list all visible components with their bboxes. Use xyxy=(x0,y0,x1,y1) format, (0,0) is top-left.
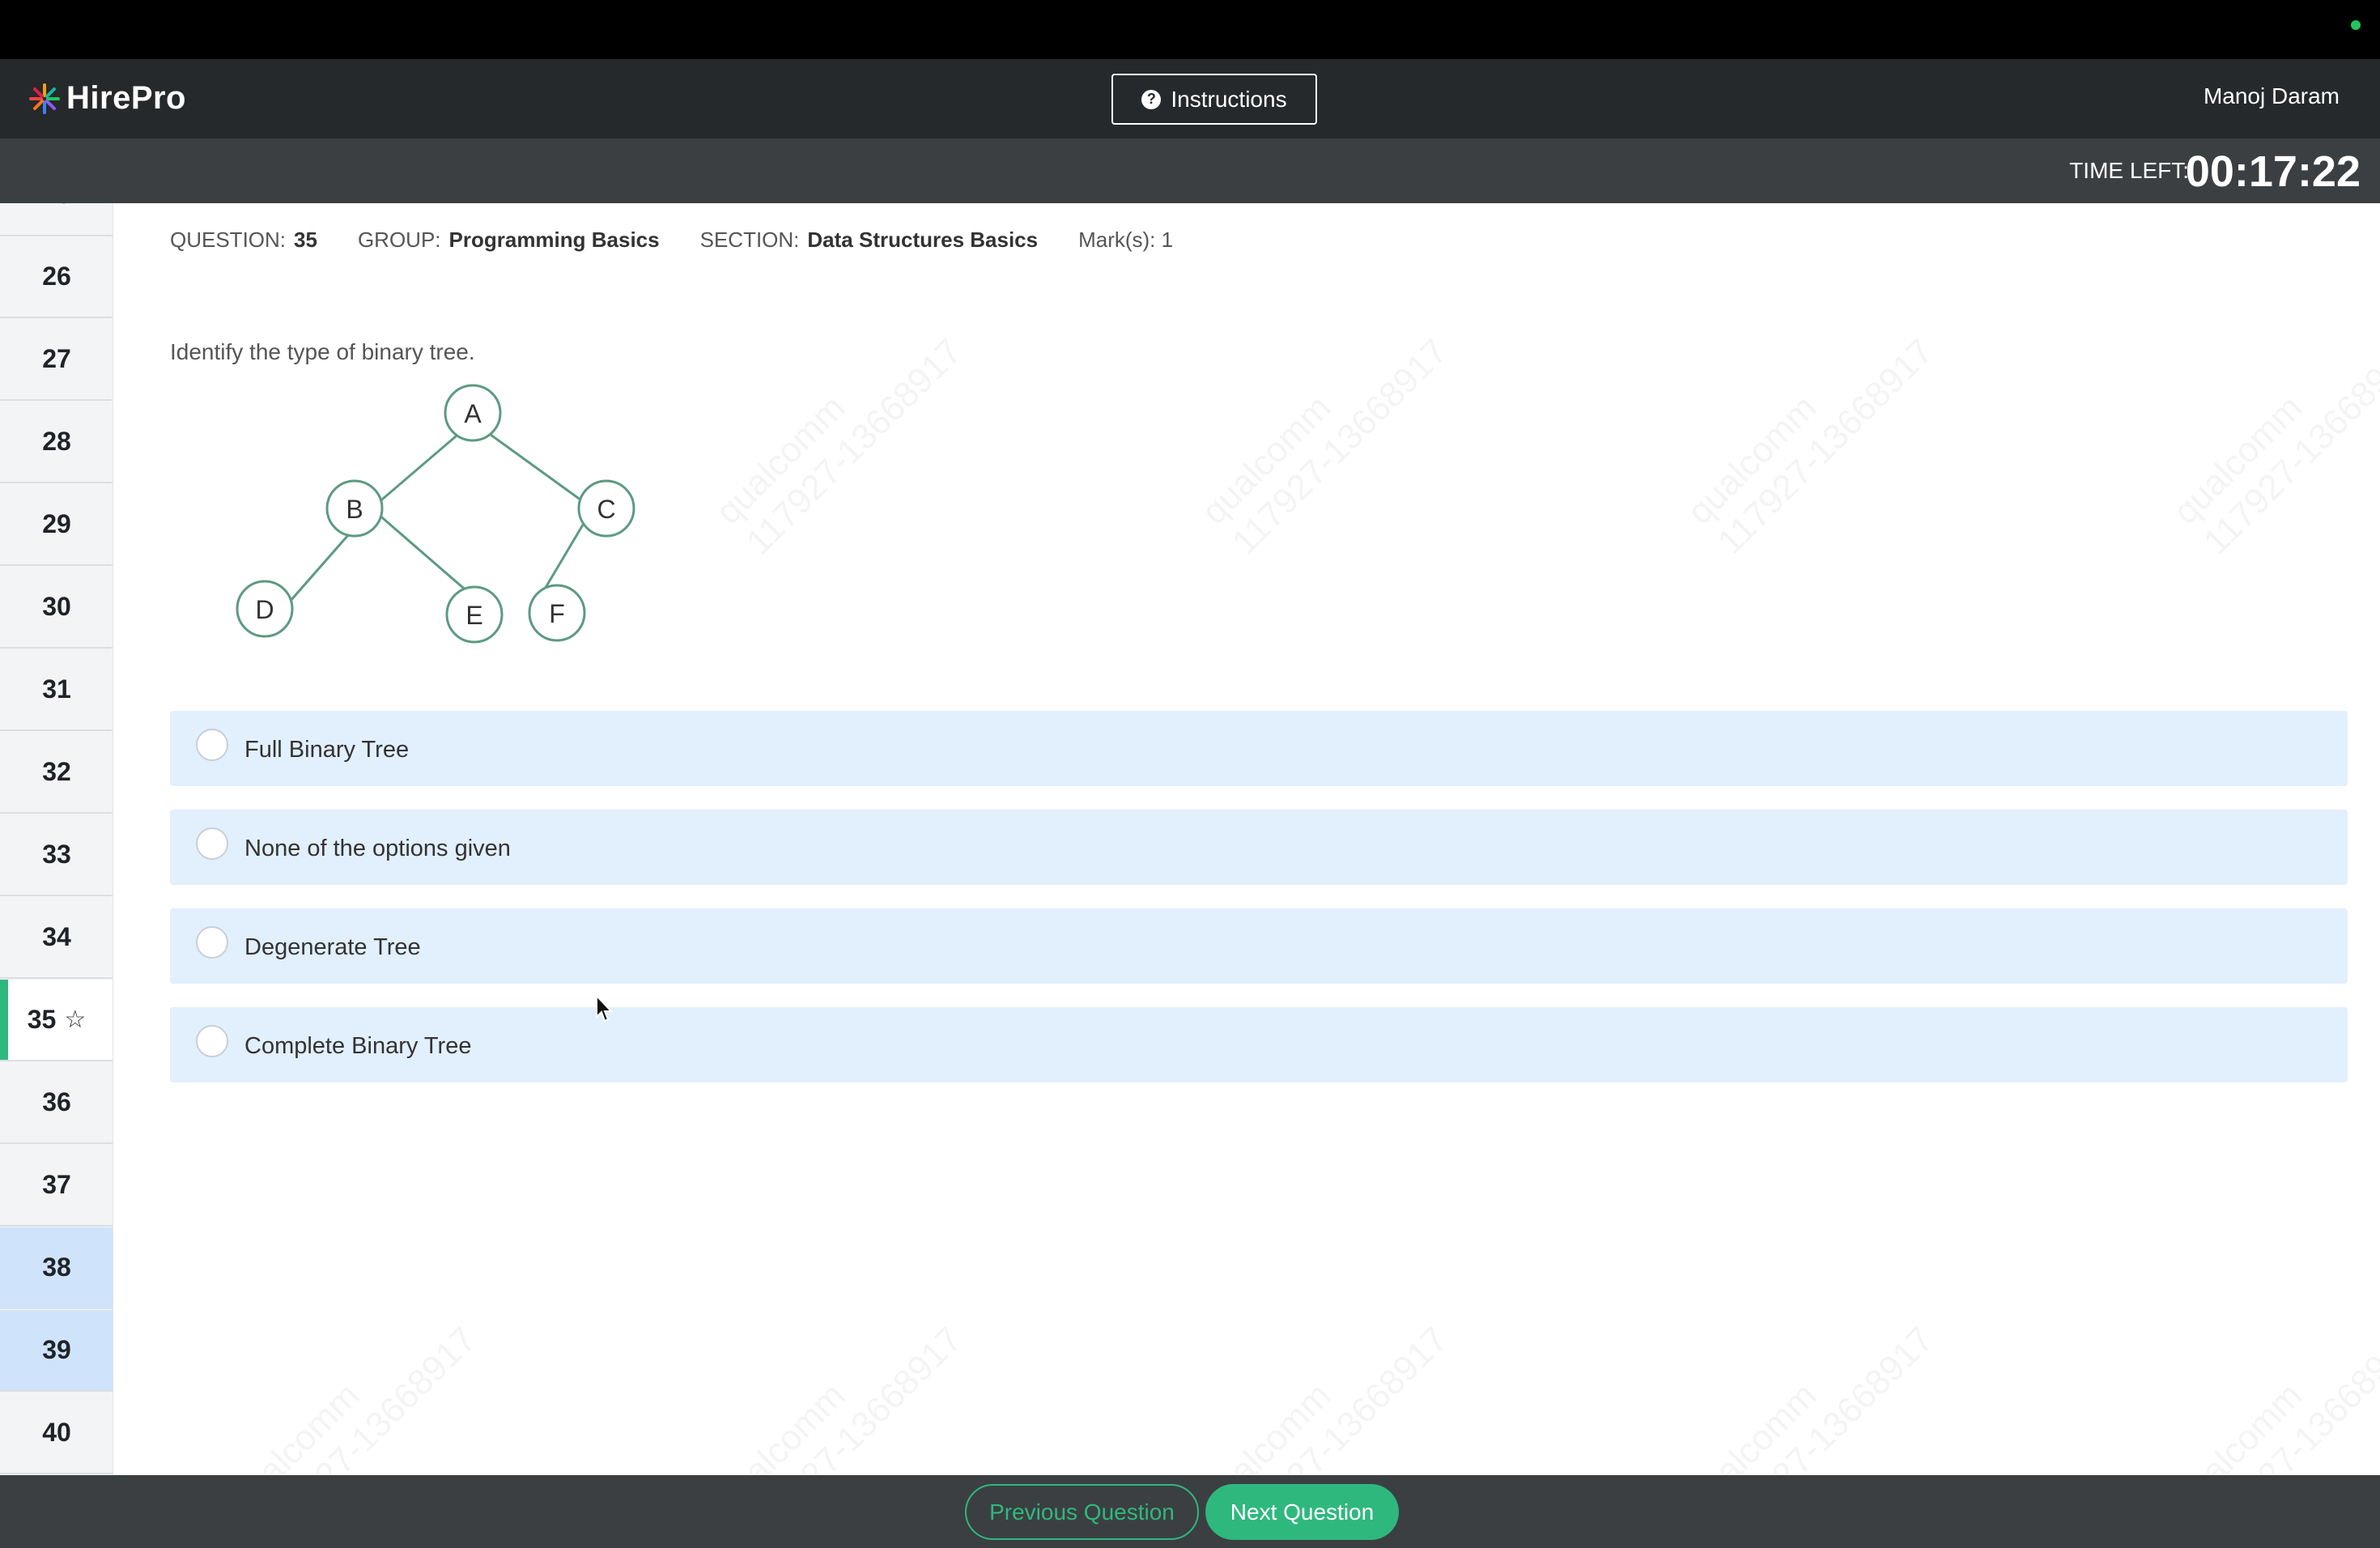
option-label: None of the options given xyxy=(244,836,511,861)
tree-node-label: E xyxy=(465,601,482,630)
question-nav-item[interactable]: 25 xyxy=(0,203,113,236)
question-marks: Mark(s): 1 xyxy=(1078,228,1174,252)
option-label: Complete Binary Tree xyxy=(244,1033,472,1059)
question-nav-item[interactable]: 33 xyxy=(0,814,113,896)
question-nav-item[interactable]: 27 xyxy=(0,319,113,401)
os-top-bar xyxy=(0,0,2380,59)
tree-node-label: A xyxy=(464,399,482,428)
question-nav-item[interactable]: 31 xyxy=(0,649,113,731)
logo: HirePro xyxy=(28,80,186,117)
answer-option[interactable]: Complete Binary Tree xyxy=(170,1007,2348,1082)
watermark: qualcomm117927-13668917 xyxy=(2165,1288,2380,1475)
option-radio[interactable] xyxy=(196,729,228,761)
tree-node-label: C xyxy=(597,495,615,524)
tree-node-label: B xyxy=(346,495,363,524)
watermark: qualcomm117927-13668917 xyxy=(1194,1288,1457,1475)
question-nav-item-current[interactable]: 35 ☆ xyxy=(0,980,113,1061)
watermark: qualcomm117927-13668917 xyxy=(1680,300,1943,563)
logo-text: HirePro xyxy=(66,80,186,116)
question-section: SECTION: Data Structures Basics xyxy=(699,228,1039,252)
question-nav-item[interactable]: 28 xyxy=(0,402,113,483)
question-nav-item[interactable]: 29 xyxy=(0,484,113,566)
user-name: Manoj Daram xyxy=(2203,83,2340,108)
app-header: HirePro ? Instructions Manoj Daram xyxy=(0,59,2380,138)
question-nav-item[interactable]: 32 xyxy=(0,732,113,814)
recording-indicator-icon xyxy=(2351,20,2361,30)
question-nav-item-marked[interactable]: 39 xyxy=(0,1310,113,1392)
watermark: qualcomm117927-13668917 xyxy=(223,1288,486,1475)
tree-node-label: D xyxy=(255,595,274,624)
question-group: GROUP: Programming Basics xyxy=(357,228,660,252)
watermark: qualcomm117927-13668917 xyxy=(1680,1288,1943,1475)
watermark: qualcomm117927-13668917 xyxy=(2165,300,2380,563)
question-nav-item[interactable]: 30 xyxy=(0,567,113,649)
option-radio[interactable] xyxy=(196,827,228,860)
option-label: Full Binary Tree xyxy=(244,737,410,763)
question-circle-icon: ? xyxy=(1141,89,1162,109)
question-text: Identify the type of binary tree. xyxy=(170,339,475,364)
next-question-button[interactable]: Next Question xyxy=(1205,1484,1399,1540)
instructions-label: Instructions xyxy=(1171,86,1287,112)
instructions-button[interactable]: ? Instructions xyxy=(1111,74,1317,125)
question-nav-item[interactable]: 37 xyxy=(0,1145,113,1227)
timer-bar: TIME LEFT: 00:17:22 xyxy=(0,138,2380,203)
previous-question-button[interactable]: Previous Question xyxy=(965,1484,1199,1540)
question-navigator: 25 26 27 28 29 30 31 32 33 34 35 ☆ 36 37… xyxy=(0,203,113,1475)
hirepro-logo-icon xyxy=(29,83,60,114)
answer-option[interactable]: Degenerate Tree xyxy=(170,908,2348,984)
star-outline-icon[interactable]: ☆ xyxy=(64,1006,86,1034)
time-left-value: 00:17:22 xyxy=(2185,147,2361,196)
question-nav-item[interactable]: 36 xyxy=(0,1062,113,1144)
tree-node-label: F xyxy=(549,599,565,628)
watermark: qualcomm117927-13668917 xyxy=(708,1288,971,1475)
question-panel: qualcomm117927-13668917 qualcomm117927-1… xyxy=(113,203,2380,1475)
question-nav-item[interactable]: 34 xyxy=(0,897,113,979)
question-meta: QUESTION: 35 GROUP: Programming Basics SEC… xyxy=(170,228,1173,253)
option-radio[interactable] xyxy=(196,1025,228,1057)
option-radio[interactable] xyxy=(196,926,228,959)
question-nav-item[interactable]: 40 xyxy=(0,1393,113,1474)
answer-option[interactable]: None of the options given xyxy=(170,810,2348,885)
option-label: Degenerate Tree xyxy=(244,934,421,960)
answer-option[interactable]: Full Binary Tree xyxy=(170,711,2348,786)
time-left-label: TIME LEFT: xyxy=(2069,158,2189,183)
question-nav-item-marked[interactable]: 38 xyxy=(0,1227,113,1309)
navigation-footer: Previous Question Next Question xyxy=(0,1475,2380,1548)
watermark: qualcomm117927-13668917 xyxy=(1194,300,1457,563)
binary-tree-diagram: A B C D E F xyxy=(236,384,635,644)
question-nav-item[interactable]: 26 xyxy=(0,236,113,318)
mouse-cursor-icon xyxy=(596,994,614,1023)
question-number: QUESTION: 35 xyxy=(170,228,317,252)
